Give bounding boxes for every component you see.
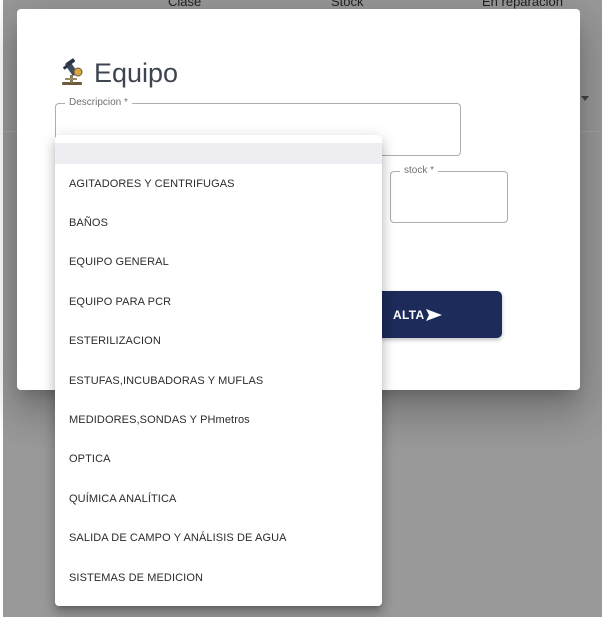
dropdown-option[interactable]: QUÍMICA ANALÍTICA — [55, 479, 382, 518]
dropdown-option[interactable]: SISTEMAS DE MEDICION — [55, 558, 382, 597]
dropdown-option[interactable]: AGITADORES Y CENTRIFUGAS — [55, 164, 382, 203]
dropdown-option[interactable]: SALIDA DE CAMPO Y ANÁLISIS DE AGUA — [55, 519, 382, 558]
dropdown-option[interactable]: ESTUFAS,INCUBADORAS Y MUFLAS — [55, 361, 382, 400]
dropdown-option-empty[interactable] — [55, 143, 382, 164]
dropdown-option[interactable]: EQUIPO PARA PCR — [55, 282, 382, 321]
dropdown-option[interactable]: ESTERILIZACION — [55, 322, 382, 361]
dropdown-option[interactable]: BAÑOS — [55, 203, 382, 242]
dropdown-option[interactable]: MEDIDORES,SONDAS Y PHmetros — [55, 400, 382, 439]
alta-button-label: ALTA — [393, 307, 425, 322]
dropdown-option[interactable]: OPTICA — [55, 440, 382, 479]
microscope-icon — [62, 58, 83, 85]
stock-field[interactable]: stock * — [390, 165, 508, 223]
stock-input[interactable] — [401, 186, 497, 202]
dialog-header: Equipo — [58, 53, 178, 93]
clase-dropdown-menu: AGITADORES Y CENTRIFUGAS BAÑOS EQUIPO GE… — [55, 135, 382, 606]
stock-field-label: stock * — [400, 165, 439, 177]
description-input[interactable] — [66, 118, 450, 134]
dialog-title: Equipo — [94, 57, 179, 88]
background-select-caret-icon — [581, 96, 589, 101]
send-icon — [426, 308, 443, 321]
description-field-label: Descripcion * — [65, 97, 132, 109]
dropdown-option[interactable]: EQUIPO GENERAL — [55, 243, 382, 282]
